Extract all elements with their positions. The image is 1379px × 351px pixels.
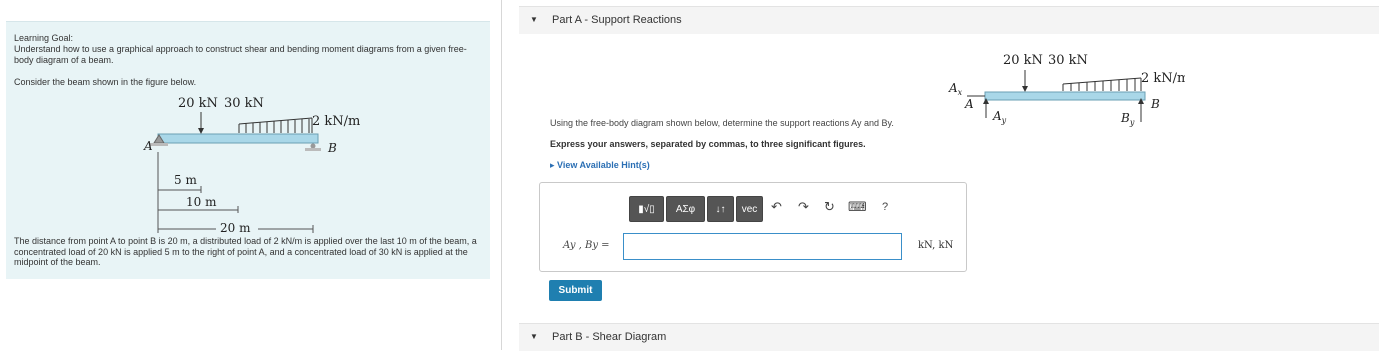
instruction-text: Using the free-body diagram shown below,… <box>550 118 894 128</box>
fbd-ay-label: Ay <box>992 109 1007 125</box>
learning-goal-heading: Learning Goal: <box>14 33 74 43</box>
vec-button[interactable]: vec <box>736 196 763 222</box>
view-hints-link[interactable]: ▸ View Available Hint(s) <box>550 160 650 171</box>
fbd-b-label: B <box>1150 97 1160 111</box>
part-a-header[interactable]: ▼ Part A - Support Reactions <box>519 6 1379 34</box>
load2-label: 30 kN <box>224 96 264 111</box>
redo-icon[interactable]: ↷ <box>798 199 809 215</box>
point-a-label: A <box>143 139 153 153</box>
keyboard-icon[interactable]: ⌨ <box>848 199 867 215</box>
answer-units: kN, kN <box>918 240 954 251</box>
beam-figure: 20 kN 30 kN 2 kN/m A B 5 m 10 m 20 m <box>143 96 360 235</box>
dim-10m: 10 m <box>186 195 217 209</box>
collapse-caret-icon: ▼ <box>530 15 538 24</box>
distributed-load-arrows <box>238 117 313 133</box>
arrows-button[interactable]: ↓↑ <box>707 196 734 222</box>
point-b-label: B <box>327 141 337 155</box>
fbd-load2-label: 30 kN <box>1048 53 1088 68</box>
learning-goal-text: Understand how to use a graphical approa… <box>14 44 467 65</box>
templates-button[interactable]: ▮√▯ <box>629 196 664 222</box>
dim-5m: 5 m <box>174 173 197 187</box>
free-body-diagram: 20 kN 30 kN 2 kN/m Ax A Ay B By <box>948 53 1185 127</box>
part-a-title: Part A - Support Reactions <box>552 14 682 26</box>
greek-symbols-button[interactable]: ΑΣφ <box>666 196 705 222</box>
expand-caret-icon: ▼ <box>530 332 538 341</box>
fbd-load1-label: 20 kN <box>1003 53 1043 68</box>
roller-support-b <box>305 143 321 151</box>
help-icon[interactable]: ? <box>882 201 888 213</box>
column-divider <box>501 0 502 350</box>
part-b-header[interactable]: ▼ Part B - Shear Diagram <box>519 323 1379 351</box>
dim-20m: 20 m <box>220 221 251 235</box>
express-text: Express your answers, separated by comma… <box>550 139 866 149</box>
fbd-ax-label: Ax <box>948 81 963 97</box>
fbd-by-label: By <box>1120 111 1135 127</box>
problem-description: The distance from point A to point B is … <box>14 236 477 267</box>
fbd-a-label: A <box>964 97 974 111</box>
part-b-title: Part B - Shear Diagram <box>552 331 667 343</box>
fbd-beam <box>984 91 1146 101</box>
undo-icon[interactable]: ↶ <box>771 199 782 215</box>
fbd-distributed-load <box>1062 77 1142 91</box>
fbd-dist-load-label: 2 kN/m <box>1141 71 1185 86</box>
answer-equation-label: Ay , By = <box>563 240 610 251</box>
learning-goal-panel: Learning Goal: Understand how to use a g… <box>6 21 490 279</box>
submit-button[interactable]: Submit <box>549 280 602 301</box>
answer-input[interactable] <box>623 233 902 260</box>
dist-load-label: 2 kN/m <box>312 114 360 129</box>
consider-text: Consider the beam shown in the figure be… <box>14 77 197 87</box>
reset-icon[interactable]: ↻ <box>824 199 835 215</box>
beam <box>157 133 319 144</box>
load1-label: 20 kN <box>178 96 218 111</box>
